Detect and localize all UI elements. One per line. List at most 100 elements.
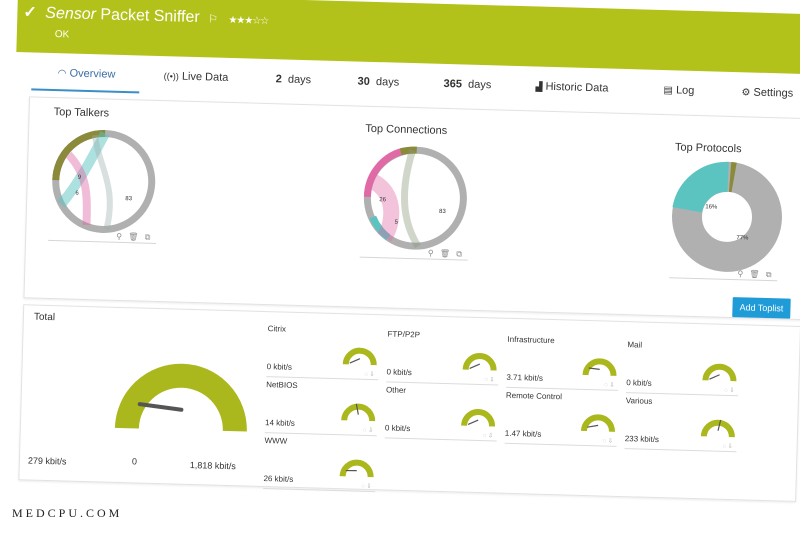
tab-live-data[interactable]: ((•)) Live Data [164, 70, 229, 84]
channel-gauge [461, 409, 496, 427]
flag-icon[interactable]: ⚐ [208, 13, 218, 25]
channel-divider [384, 437, 497, 442]
channel-icons[interactable]: ◌ ⇩ [484, 376, 494, 383]
tab-2-days[interactable]: 2 days [275, 73, 311, 86]
channels-panel: Total 279 kbit/s 0 1,818 kbit/s Citrix 0 … [18, 304, 800, 502]
talkers-label-c: 83 [125, 196, 133, 202]
area-chart-icon: ▟ [535, 81, 543, 92]
protocols-label-gray: 77% [736, 235, 749, 241]
tab-overview[interactable]: ◠ Overview [57, 67, 116, 80]
total-max: 1,818 kbit/s [189, 459, 237, 472]
total-title: Total [33, 311, 56, 324]
connections-chord-pink [367, 173, 400, 242]
channel-icons[interactable]: ◌ ⇩ [364, 371, 374, 378]
channel-various[interactable]: Various 233 kbit/s ◌ ⇩ [624, 396, 743, 453]
tab-30-days[interactable]: 30 days [357, 76, 399, 89]
protocols-hole [716, 206, 737, 227]
connections-chord-gray [401, 149, 422, 249]
channel-name: FTP/P2P [387, 329, 421, 340]
channel-divider [504, 442, 617, 447]
channel-value: 3.71 kbit/s [506, 372, 544, 383]
channel-gauge [582, 358, 617, 376]
channel-other[interactable]: Other 0 kbit/s ◌ ⇩ [384, 385, 504, 442]
channel-gauge [339, 459, 374, 478]
channel-name: Other [385, 385, 407, 395]
channel-value: 26 kbit/s [263, 474, 294, 484]
channel-divider [263, 488, 376, 493]
channel-icons[interactable]: ◌ ⇩ [722, 443, 732, 450]
talkers-label-b: 6 [75, 191, 79, 197]
connections-label-a: 26 [379, 197, 387, 203]
channel-name: Infrastructure [507, 334, 555, 346]
status-badge: OK [54, 29, 70, 41]
channel-gauge-arc [339, 459, 374, 478]
tab-historic-data[interactable]: ▟ Historic Data [535, 80, 608, 95]
channel-icons[interactable]: ◌ ⇩ [361, 483, 371, 490]
channel-remote-control[interactable]: Remote Control 1.47 kbit/s ◌ ⇩ [504, 390, 624, 448]
total-value: 279 kbit/s [27, 455, 67, 467]
add-toplist-button[interactable]: Add Toplist [732, 297, 791, 319]
total-gauge [114, 363, 247, 432]
channel-gauge-needle [469, 363, 481, 370]
channel-gauge-needle [349, 358, 361, 364]
total-gauge-needle [137, 402, 184, 412]
total-min: 0 [131, 456, 138, 467]
top-talkers-chart[interactable]: 9 6 83 [46, 124, 161, 239]
channel-value: 0 kbit/s [384, 423, 411, 434]
top-protocols-title: Top Protocols [674, 141, 742, 156]
channel-www[interactable]: WWW 26 kbit/s ◌ ⇩ [263, 436, 382, 493]
top-talkers-title: Top Talkers [53, 106, 110, 120]
protocols-slice-olive [728, 162, 737, 193]
channel-name: Citrix [267, 324, 287, 334]
channel-infrastructure[interactable]: Infrastructure 3.71 kbit/s ◌ ⇩ [506, 335, 625, 392]
protocols-actions[interactable]: ⚲ 🗑 ⧉ [737, 269, 773, 280]
channel-citrix[interactable]: Citrix 0 kbit/s ◌ ⇩ [266, 324, 385, 381]
channel-gauge [580, 414, 615, 432]
channel-gauge [342, 347, 377, 366]
sensor-title: ✓ Sensor Packet Sniffer ⚐ ★★★☆☆ [23, 2, 268, 29]
channel-value: 0 kbit/s [626, 378, 652, 388]
channel-icons[interactable]: ◌ ⇩ [604, 382, 614, 389]
channel-gauge-arc [580, 414, 615, 432]
toplists-panel: Top Talkers 9 6 83 ⚲ 🗑 ⧉ Top Connections… [23, 96, 800, 320]
protocols-label-teal: 16% [705, 204, 718, 210]
gear-icon: ⚙ [741, 87, 751, 99]
channel-icons[interactable]: ◌ ⇩ [724, 387, 734, 394]
channel-gauge [702, 363, 737, 382]
channel-netbios[interactable]: NetBIOS 14 kbit/s ◌ ⇩ [264, 380, 384, 437]
channel-ftp-p2p[interactable]: FTP/P2P 0 kbit/s ◌ ⇩ [386, 329, 505, 386]
channel-gauge [462, 353, 497, 371]
connections-label-c: 83 [439, 209, 447, 215]
priority-stars[interactable]: ★★★☆☆ [228, 15, 268, 27]
channel-icons[interactable]: ◌ ⇩ [603, 438, 613, 445]
top-connections-chart[interactable]: 26 5 83 [358, 141, 473, 256]
screenshot-stage: ✓ Sensor Packet Sniffer ⚐ ★★★☆☆ OK ◠ Ove… [0, 0, 800, 533]
talkers-actions[interactable]: ⚲ 🗑 ⧉ [116, 232, 152, 243]
tab-settings[interactable]: ⚙ Settings [741, 86, 793, 100]
channel-gauge-needle [587, 424, 599, 428]
channel-name: Various [625, 396, 653, 406]
channel-icons[interactable]: ◌ ⇩ [483, 432, 493, 439]
tab-365-days[interactable]: 365 days [443, 78, 491, 91]
connections-actions[interactable]: ⚲ 🗑 ⧉ [428, 249, 464, 260]
channel-value: 0 kbit/s [266, 362, 293, 372]
channel-value: 1.47 kbit/s [504, 428, 542, 439]
channel-name: WWW [264, 436, 288, 446]
channel-gauge [341, 403, 376, 422]
channel-icons[interactable]: ◌ ⇩ [363, 427, 373, 434]
gauge-icon: ◠ [57, 68, 67, 80]
watermark: MEDCPU.COM [12, 506, 123, 520]
channel-name: Remote Control [505, 390, 563, 402]
channel-value: 0 kbit/s [386, 367, 412, 378]
channel-name: Mail [627, 340, 643, 350]
sensor-name: Packet Sniffer [100, 6, 200, 27]
top-protocols-chart[interactable]: 16% 77% [669, 159, 784, 274]
channel-gauge-needle [588, 367, 600, 370]
channel-value: 233 kbit/s [624, 434, 660, 445]
sensor-page: ✓ Sensor Packet Sniffer ⚐ ★★★☆☆ OK ◠ Ove… [3, 0, 800, 533]
tab-log[interactable]: ▤ Log [663, 84, 694, 97]
channel-divider [624, 448, 737, 453]
channel-mail[interactable]: Mail 0 kbit/s ◌ ⇩ [626, 340, 745, 397]
channel-value: 14 kbit/s [264, 418, 295, 428]
channel-name: NetBIOS [266, 380, 298, 390]
